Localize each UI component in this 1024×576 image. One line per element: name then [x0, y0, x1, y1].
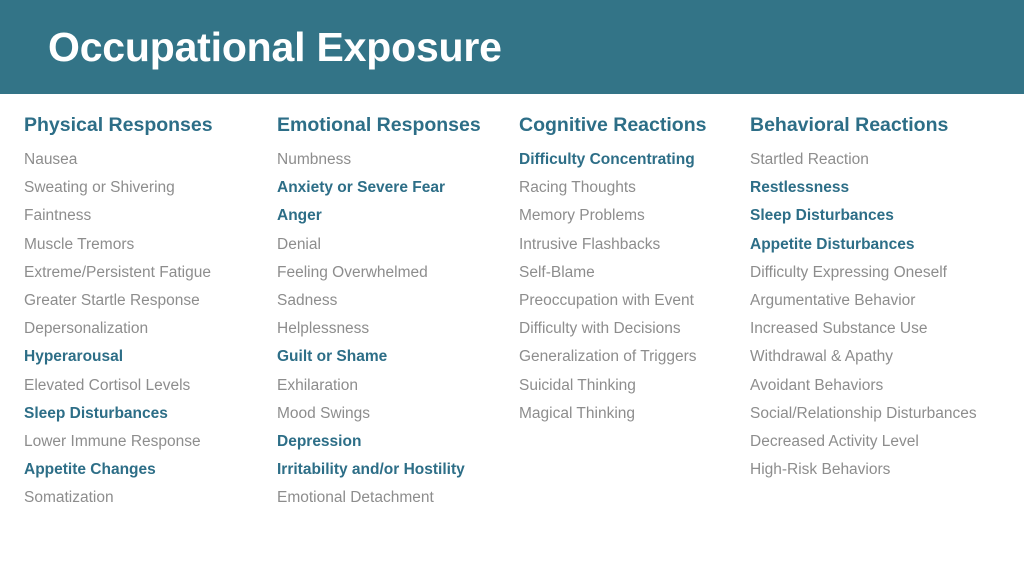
list-item-highlighted: Hyperarousal [24, 348, 124, 366]
category-column-behavioral-reactions: Behavioral Reactions Startled Reaction Re… [750, 113, 1020, 484]
list-item: Intrusive Flashbacks [519, 235, 661, 253]
item-list: Nausea Sweating or Shivering Faintness Musc… [24, 146, 274, 513]
category-column-physical-responses: Physical Responses Nausea Sweating or Shi… [24, 113, 274, 513]
list-item: Suicidal Thinking [519, 376, 636, 394]
list-item: Somatization [24, 489, 114, 507]
list-item: Extreme/Persistent Fatigue [24, 263, 211, 281]
list-item: Difficulty with Decisions [519, 320, 681, 338]
list-item-highlighted: Appetite Disturbances [750, 235, 915, 253]
list-item: Mood Swings [277, 404, 371, 422]
list-item: Argumentative Behavior [750, 292, 916, 310]
list-item: Memory Problems [519, 207, 645, 225]
category-columns: Physical Responses Nausea Sweating or Shi… [0, 113, 1024, 563]
page-title: Occupational Exposure [48, 24, 502, 70]
list-item: Denial [277, 235, 321, 253]
list-item-highlighted: Sleep Disturbances [750, 207, 894, 225]
list-item: Difficulty Expressing Oneself [750, 263, 947, 281]
list-item: Elevated Cortisol Levels [24, 376, 191, 394]
list-item: Self-Blame [519, 263, 595, 281]
list-item: Greater Startle Response [24, 292, 200, 310]
column-header: Behavioral Reactions [750, 114, 949, 136]
list-item-highlighted: Guilt or Shame [277, 348, 388, 366]
list-item: Racing Thoughts [519, 179, 636, 197]
list-item: Feeling Overwhelmed [277, 263, 428, 281]
column-header: Emotional Responses [277, 114, 481, 136]
slide: Occupational Exposure Physical Responses… [0, 0, 1024, 576]
list-item: Sweating or Shivering [24, 179, 175, 197]
list-item: Faintness [24, 207, 92, 225]
list-item: Withdrawal & Apathy [750, 348, 894, 366]
column-header: Physical Responses [24, 114, 213, 136]
list-item-highlighted: Irritability and/or Hostility [277, 461, 465, 479]
list-item-highlighted: Depression [277, 433, 362, 451]
column-header: Cognitive Reactions [519, 114, 707, 136]
item-list: Startled Reaction Restlessness Sleep Distu… [750, 146, 1020, 484]
list-item-highlighted: Anger [277, 207, 322, 225]
list-item-highlighted: Appetite Changes [24, 461, 156, 479]
list-item: Generalization of Triggers [519, 348, 697, 366]
list-item: Exhilaration [277, 376, 358, 394]
category-column-cognitive-reactions: Cognitive Reactions Difficulty Concentra… [519, 113, 747, 428]
item-list: Numbness Anxiety or Severe Fear Anger Denia… [277, 146, 517, 513]
list-item: Avoidant Behaviors [750, 376, 884, 394]
list-item: Depersonalization [24, 320, 149, 338]
list-item: Nausea [24, 151, 78, 168]
list-item: Sadness [277, 292, 338, 310]
list-item: Numbness [277, 151, 352, 168]
list-item-highlighted: Restlessness [750, 179, 850, 197]
list-item: Emotional Detachment [277, 489, 434, 507]
list-item: Startled Reaction [750, 151, 869, 168]
list-item: Increased Substance Use [750, 320, 928, 338]
list-item-highlighted: Difficulty Concentrating [519, 151, 695, 168]
list-item: Lower Immune Response [24, 433, 201, 451]
item-list: Difficulty Concentrating Racing Thoughts M… [519, 146, 747, 428]
list-item: Decreased Activity Level [750, 433, 919, 451]
list-item-highlighted: Sleep Disturbances [24, 404, 168, 422]
list-item: Helplessness [277, 320, 370, 338]
list-item: Magical Thinking [519, 404, 636, 422]
list-item: High-Risk Behaviors [750, 461, 891, 479]
category-column-emotional-responses: Emotional Responses Numbness Anxiety or S… [277, 113, 517, 513]
list-item: Social/Relationship Disturbances [750, 404, 977, 422]
list-item: Preoccupation with Event [519, 292, 694, 310]
list-item: Muscle Tremors [24, 235, 135, 253]
list-item-highlighted: Anxiety or Severe Fear [277, 179, 446, 197]
